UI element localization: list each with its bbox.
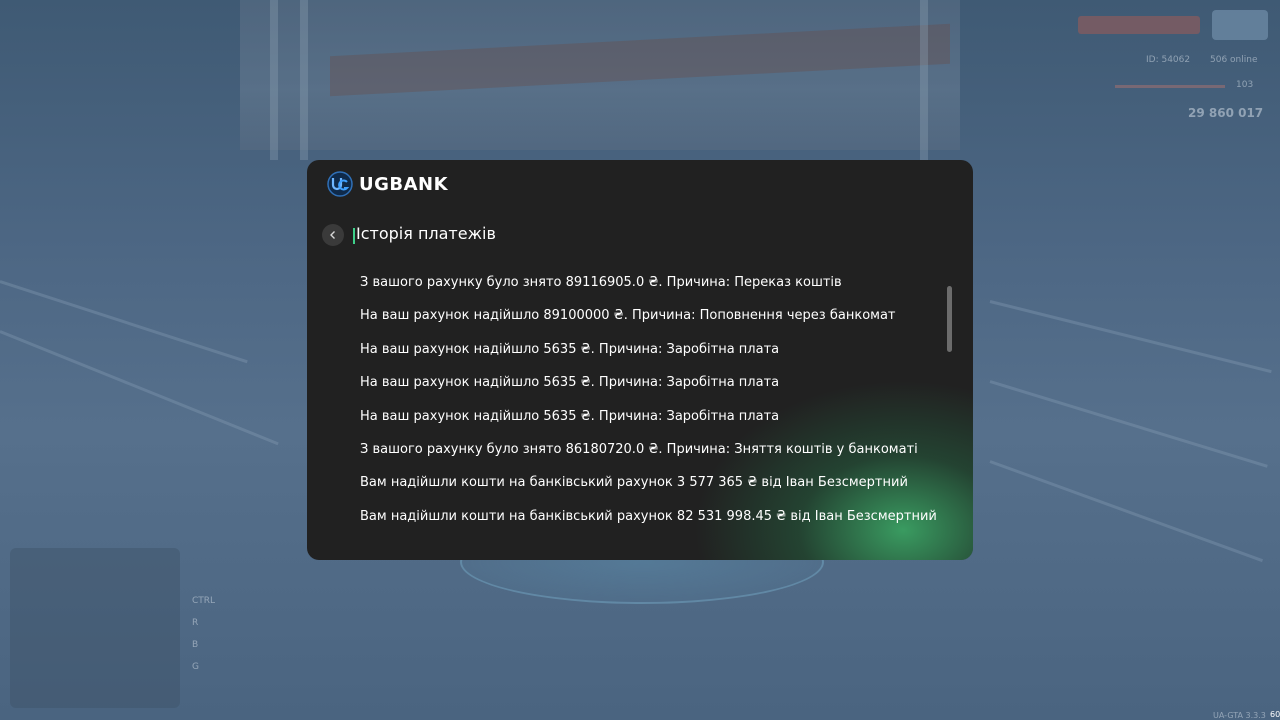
road-marking xyxy=(989,300,1272,374)
key-hint: R xyxy=(192,618,199,628)
hud-action-button[interactable] xyxy=(1078,16,1200,34)
player-id: ID: 54062 xyxy=(1146,55,1191,65)
scrollbar-thumb[interactable] xyxy=(947,286,952,352)
back-button[interactable] xyxy=(322,224,344,246)
transaction-item: На ваш рахунок надійшло 5635 ₴. Причина:… xyxy=(360,408,780,424)
building-column xyxy=(270,0,278,160)
online-count: 506 online xyxy=(1210,55,1258,65)
ping-value: 103 xyxy=(1236,80,1254,90)
title-accent xyxy=(353,228,355,244)
bank-brand: UGBANK xyxy=(327,171,448,197)
transaction-item: На ваш рахунок надійшло 5635 ₴. Причина:… xyxy=(360,375,780,391)
game-version: UA-GTA 3.3.3 xyxy=(1213,711,1266,720)
transaction-item: Вам надійшли кошти на банківський рахуно… xyxy=(360,508,937,524)
transaction-item: Вам надійшли кошти на банківський рахуно… xyxy=(360,475,908,491)
road-marking xyxy=(0,330,279,446)
server-logo xyxy=(1212,10,1268,40)
transaction-item: З вашого рахунку було знято 86180720.0 ₴… xyxy=(360,441,918,457)
scrollbar[interactable] xyxy=(947,286,953,354)
key-hint: B xyxy=(192,640,199,650)
fps-counter: 60 xyxy=(1270,710,1280,719)
transaction-list: З вашого рахунку було знято 89116905.0 ₴… xyxy=(360,271,940,538)
chevron-left-icon xyxy=(330,231,335,239)
transaction-item: На ваш рахунок надійшло 5635 ₴. Причина:… xyxy=(360,341,780,357)
key-hints: CTRL R B G xyxy=(192,590,215,678)
ugbank-logo-icon xyxy=(327,171,353,197)
page-title: Історія платежів xyxy=(356,224,496,243)
key-hint: G xyxy=(192,662,199,672)
key-hint: CTRL xyxy=(192,596,216,606)
transaction-item: На ваш рахунок надійшло 89100000 ₴. Прич… xyxy=(360,308,896,324)
building-column xyxy=(300,0,308,160)
health-bar xyxy=(1115,85,1225,88)
bank-modal: UGBANK Історія платежів З вашого рахунку… xyxy=(307,160,973,560)
cash-amount: 29 860 017 xyxy=(1188,106,1264,120)
transaction-item: З вашого рахунку було знято 89116905.0 ₴… xyxy=(360,275,842,290)
building-column xyxy=(920,0,928,160)
road-marking xyxy=(0,280,248,364)
road-marking xyxy=(989,460,1264,563)
minimap xyxy=(10,548,180,708)
bank-name: UGBANK xyxy=(359,173,449,195)
road-marking xyxy=(989,380,1268,468)
